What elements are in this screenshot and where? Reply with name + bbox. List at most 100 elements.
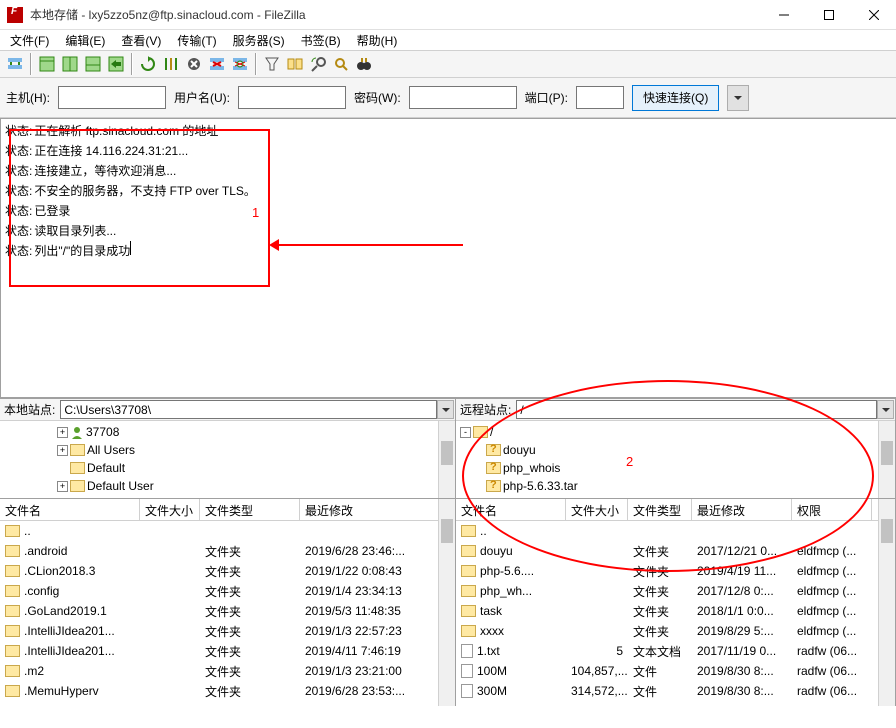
list-row[interactable]: .config文件夹2019/1/4 23:34:13 xyxy=(0,581,455,601)
window-title: 本地存储 - lxy5zzo5nz@ftp.sinacloud.com - Fi… xyxy=(30,6,761,23)
menu-bookmarks[interactable]: 书签(B) xyxy=(295,30,347,51)
list-row[interactable]: task文件夹2018/1/1 0:0...eldfmcp (... xyxy=(456,601,895,621)
expand-icon[interactable]: + xyxy=(57,481,68,492)
toolbar xyxy=(0,50,896,78)
remote-pane: 远程站点: -/ douyu php_whois php-5.6.33.tar … xyxy=(456,399,896,706)
scrollbar[interactable] xyxy=(878,499,895,706)
file-date: 2017/12/8 0:... xyxy=(692,584,792,598)
log-msg: 已登录 xyxy=(34,201,70,221)
scrollbar[interactable] xyxy=(438,499,455,706)
menu-help[interactable]: 帮助(H) xyxy=(351,30,404,51)
col-modified[interactable]: 最近修改 xyxy=(300,499,440,520)
folder-icon xyxy=(5,625,20,637)
remote-site-label: 远程站点: xyxy=(456,401,515,418)
list-row[interactable]: .android文件夹2019/6/28 23:46:... xyxy=(0,541,455,561)
filter-icon[interactable] xyxy=(261,53,283,75)
col-filesize[interactable]: 文件大小 xyxy=(140,499,200,520)
sitemanager-icon[interactable] xyxy=(4,53,26,75)
list-row[interactable]: .. xyxy=(456,521,895,541)
quickconnect-button[interactable]: 快速连接(Q) xyxy=(632,85,719,111)
col-filename[interactable]: 文件名 xyxy=(0,499,140,520)
remote-file-list[interactable]: 文件名 文件大小 文件类型 最近修改 权限 ..douyu文件夹2017/12/… xyxy=(456,499,895,706)
quickconnect-dropdown[interactable] xyxy=(727,85,749,111)
menu-server[interactable]: 服务器(S) xyxy=(227,30,291,51)
list-row[interactable]: .CLion2018.3文件夹2019/1/22 0:08:43 xyxy=(0,561,455,581)
list-row[interactable]: .MemuHyperv文件夹2019/6/28 23:53:... xyxy=(0,681,455,701)
col-filesize[interactable]: 文件大小 xyxy=(566,499,628,520)
port-input[interactable] xyxy=(576,86,624,109)
username-label: 用户名(U): xyxy=(174,89,230,106)
file-name: 1.txt xyxy=(477,644,500,658)
list-row[interactable]: .GoLand2019.1文件夹2019/5/3 11:48:35 xyxy=(0,601,455,621)
message-log[interactable]: 状态:正在解析 ftp.sinacloud.com 的地址 状态:正在连接 14… xyxy=(0,118,896,398)
local-file-list[interactable]: 文件名 文件大小 文件类型 最近修改 ...android文件夹2019/6/2… xyxy=(0,499,455,706)
remote-list-header: 文件名 文件大小 文件类型 最近修改 权限 xyxy=(456,499,895,521)
sync-icon[interactable] xyxy=(307,53,329,75)
list-row[interactable]: .IntelliJIdea201...文件夹2019/1/3 22:57:23 xyxy=(0,621,455,641)
menu-edit[interactable]: 编辑(E) xyxy=(59,30,111,51)
list-row[interactable]: douyu文件夹2017/12/21 0...eldfmcp (... xyxy=(456,541,895,561)
menu-transfer[interactable]: 传输(T) xyxy=(171,30,222,51)
compare-icon[interactable] xyxy=(284,53,306,75)
col-filetype[interactable]: 文件类型 xyxy=(200,499,300,520)
remote-path-dropdown[interactable] xyxy=(877,400,894,419)
username-input[interactable] xyxy=(238,86,346,109)
local-tree[interactable]: +37708 +All Users Default +Default User xyxy=(0,421,455,499)
list-row[interactable]: php-5.6....文件夹2019/4/19 11...eldfmcp (..… xyxy=(456,561,895,581)
local-path-dropdown[interactable] xyxy=(437,400,454,419)
list-row[interactable]: 300M314,572,...文件2019/8/30 8:...radfw (0… xyxy=(456,681,895,701)
col-filetype[interactable]: 文件类型 xyxy=(628,499,692,520)
col-modified[interactable]: 最近修改 xyxy=(692,499,792,520)
minimize-button[interactable] xyxy=(761,0,806,30)
file-date: 2019/8/29 5:... xyxy=(692,624,792,638)
menu-file[interactable]: 文件(F) xyxy=(4,30,55,51)
password-input[interactable] xyxy=(409,86,517,109)
disconnect-icon[interactable] xyxy=(206,53,228,75)
processqueue-icon[interactable] xyxy=(160,53,182,75)
layout2-icon[interactable] xyxy=(59,53,81,75)
layout1-icon[interactable] xyxy=(36,53,58,75)
local-path-input[interactable] xyxy=(60,400,437,419)
folder-icon xyxy=(5,545,20,557)
layout4-icon[interactable] xyxy=(105,53,127,75)
layout3-icon[interactable] xyxy=(82,53,104,75)
tree-node-label: Default User xyxy=(87,479,154,493)
close-button[interactable] xyxy=(851,0,896,30)
scrollbar[interactable] xyxy=(438,421,455,498)
list-row[interactable]: xxxx文件夹2019/8/29 5:...eldfmcp (... xyxy=(456,621,895,641)
expand-icon[interactable]: + xyxy=(57,445,68,456)
list-row[interactable]: 100M104,857,...文件2019/8/30 8:...radfw (0… xyxy=(456,661,895,681)
list-row[interactable]: php_wh...文件夹2017/12/8 0:...eldfmcp (... xyxy=(456,581,895,601)
folder-icon xyxy=(70,444,85,456)
file-name: task xyxy=(480,604,502,618)
log-status: 状态: xyxy=(5,161,32,181)
list-row[interactable]: .. xyxy=(0,521,455,541)
refresh-icon[interactable] xyxy=(137,53,159,75)
file-type: 文件夹 xyxy=(628,623,692,640)
scrollbar[interactable] xyxy=(878,421,895,498)
list-row[interactable]: 1.txt5文本文档2017/11/19 0...radfw (06... xyxy=(456,641,895,661)
expand-icon[interactable]: + xyxy=(57,427,68,438)
search-icon[interactable] xyxy=(330,53,352,75)
remote-path-input[interactable] xyxy=(516,400,877,419)
maximize-button[interactable] xyxy=(806,0,851,30)
file-name: 100M xyxy=(477,664,507,678)
file-date: 2019/1/22 0:08:43 xyxy=(300,564,440,578)
log-status: 状态: xyxy=(5,201,32,221)
collapse-icon[interactable]: - xyxy=(460,427,471,438)
host-input[interactable] xyxy=(58,86,166,109)
file-name: .IntelliJIdea201... xyxy=(24,644,115,658)
remote-tree[interactable]: -/ douyu php_whois php-5.6.33.tar xyxy=(456,421,895,499)
col-filename[interactable]: 文件名 xyxy=(456,499,566,520)
reconnect-icon[interactable] xyxy=(229,53,251,75)
log-msg: 读取目录列表... xyxy=(34,221,116,241)
list-row[interactable]: .m2文件夹2019/1/3 23:21:00 xyxy=(0,661,455,681)
file-date: 2019/6/28 23:46:... xyxy=(300,544,440,558)
col-permissions[interactable]: 权限 xyxy=(792,499,872,520)
menu-view[interactable]: 查看(V) xyxy=(115,30,167,51)
binoculars-icon[interactable] xyxy=(353,53,375,75)
list-row[interactable]: .IntelliJIdea201...文件夹2019/4/11 7:46:19 xyxy=(0,641,455,661)
folder-icon xyxy=(473,426,488,438)
cancel-icon[interactable] xyxy=(183,53,205,75)
file-type: 文件夹 xyxy=(200,683,300,700)
